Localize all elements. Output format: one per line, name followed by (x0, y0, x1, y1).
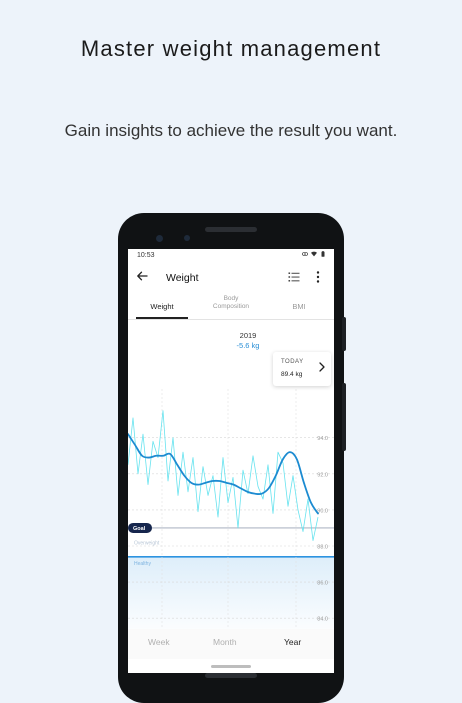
home-indicator[interactable] (211, 665, 251, 668)
y-tick-label: 86.0 (317, 581, 328, 587)
overweight-label: Overweight (134, 540, 160, 546)
tab-weight[interactable]: Weight (136, 302, 188, 328)
status-time: 10:53 (137, 252, 155, 259)
front-camera (156, 235, 163, 242)
healthy-label: Healthy (134, 561, 151, 567)
y-tick-label: 88.0 (317, 544, 328, 550)
subline: Gain insights to achieve the result you … (64, 121, 398, 140)
y-tick-label: 94.0 (317, 436, 328, 442)
y-tick-label: 84.0 (317, 617, 328, 623)
tab-bmi[interactable]: BMI (278, 302, 320, 328)
weight-chart: 94.092.090.088.086.084.0OverweightHealth… (128, 389, 334, 629)
today-weight: 89.4 kg (281, 371, 303, 378)
app-bar: Weight (128, 263, 334, 293)
raw-weight-series (128, 410, 319, 541)
period-week[interactable]: Week (148, 637, 170, 647)
bottom-speaker (205, 673, 257, 678)
tab-bar: Weight Body Composition BMI (128, 293, 334, 320)
healthy-zone (128, 556, 334, 629)
front-sensor (184, 235, 190, 241)
back-arrow-icon[interactable] (136, 270, 148, 282)
eye-icon (302, 251, 308, 257)
status-icons (302, 251, 326, 257)
headline: Master weight management (80, 36, 382, 61)
y-tick-label: 92.0 (317, 472, 328, 478)
goal-label: Goal (133, 526, 146, 532)
weight-change: -5.6 kg (236, 341, 260, 350)
app-screen: 10:53 Weight Weight Body Composition BMI… (128, 249, 334, 673)
period-selector: Week Month Year (128, 629, 334, 659)
power-button (342, 317, 346, 351)
tab-body-composition[interactable]: Body Composition (206, 295, 256, 321)
today-label: TODAY (281, 359, 304, 365)
more-options-icon[interactable] (316, 270, 320, 284)
list-view-icon[interactable] (288, 271, 300, 283)
volume-button (342, 383, 346, 451)
wifi-icon (311, 251, 317, 257)
today-card[interactable]: TODAY 89.4 kg (273, 352, 331, 386)
earpiece (205, 227, 257, 232)
period-year[interactable]: Year (284, 637, 301, 647)
page-title: Weight (166, 272, 199, 284)
active-tab-indicator (136, 317, 188, 319)
year-label: 2019 (239, 331, 257, 340)
period-month[interactable]: Month (213, 637, 237, 647)
phone-frame: 10:53 Weight Weight Body Composition BMI… (118, 213, 346, 703)
chevron-right-icon (319, 362, 325, 372)
battery-icon (321, 251, 325, 257)
status-bar: 10:53 (128, 249, 334, 263)
